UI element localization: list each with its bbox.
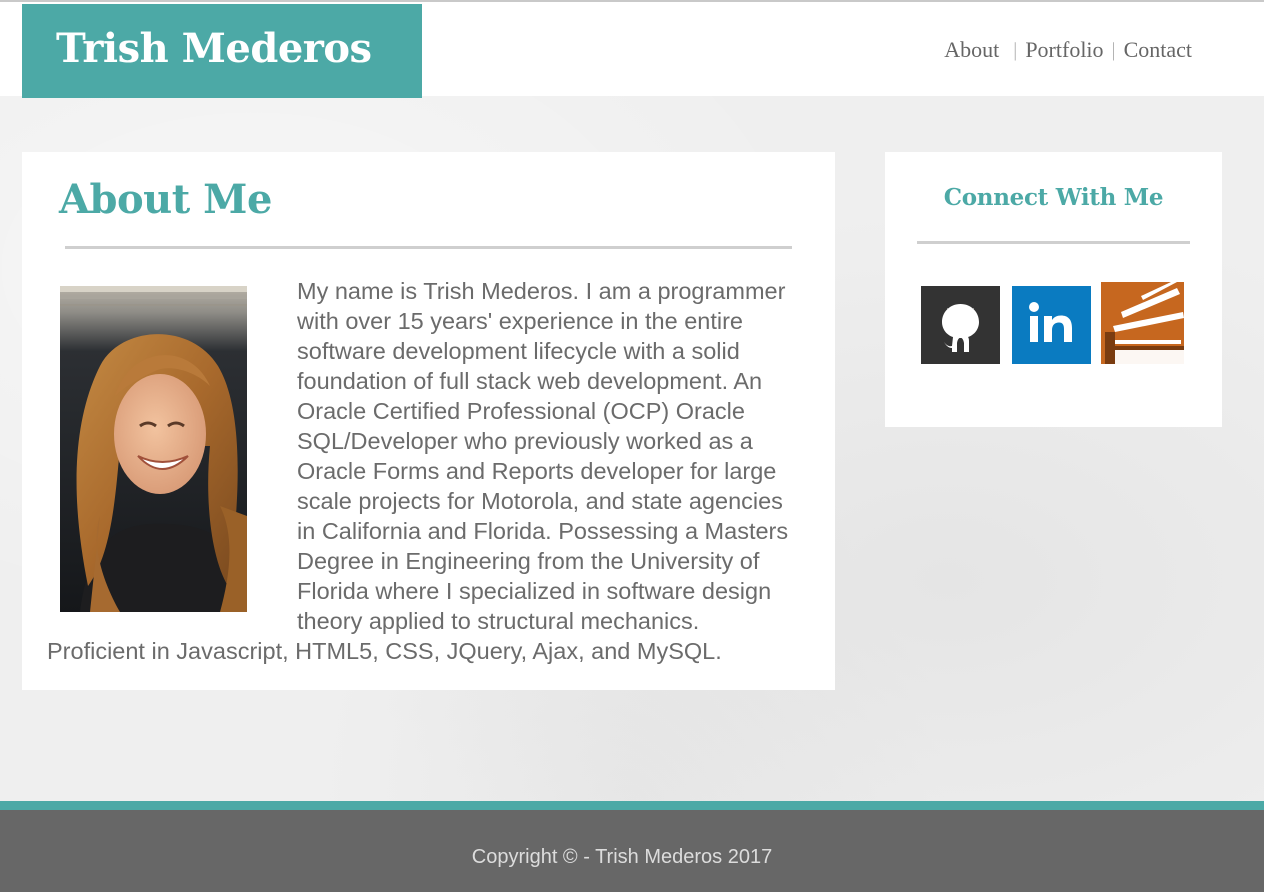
- stackoverflow-icon: [1101, 282, 1184, 364]
- main-nav: About | Portfolio | Contact: [944, 36, 1192, 64]
- linkedin-link[interactable]: [1012, 286, 1091, 364]
- about-card: About Me My name is Trish Mederos. I am …: [22, 152, 835, 690]
- connect-heading: Connect With Me: [943, 184, 1164, 211]
- about-divider: [65, 246, 792, 249]
- copyright-text: Copyright © - Trish Mederos 2017: [471, 846, 773, 868]
- nav-about-link[interactable]: About: [944, 36, 999, 64]
- nav-separator: |: [1013, 39, 1018, 61]
- nav-separator: |: [1111, 39, 1116, 61]
- nav-contact-link[interactable]: Contact: [1124, 36, 1192, 64]
- site-brand-link[interactable]: Trish Mederos: [22, 4, 422, 98]
- connect-divider: [917, 241, 1190, 244]
- site-header: Trish Mederos About | Portfolio | Contac…: [0, 0, 1264, 98]
- footer-accent-band: [0, 801, 1264, 810]
- about-bio: My name is Trish Mederos. I am a program…: [47, 276, 802, 666]
- linkedin-icon: [1012, 286, 1091, 364]
- github-icon: [921, 286, 1000, 364]
- photo-spacer: [47, 276, 247, 636]
- connect-card: Connect With Me: [885, 152, 1222, 427]
- about-heading: About Me: [59, 176, 272, 223]
- github-link[interactable]: [921, 286, 1000, 364]
- nav-portfolio-link[interactable]: Portfolio: [1025, 36, 1103, 64]
- site-footer: Copyright © - Trish Mederos 2017: [0, 810, 1264, 892]
- stackoverflow-link[interactable]: [1101, 282, 1184, 364]
